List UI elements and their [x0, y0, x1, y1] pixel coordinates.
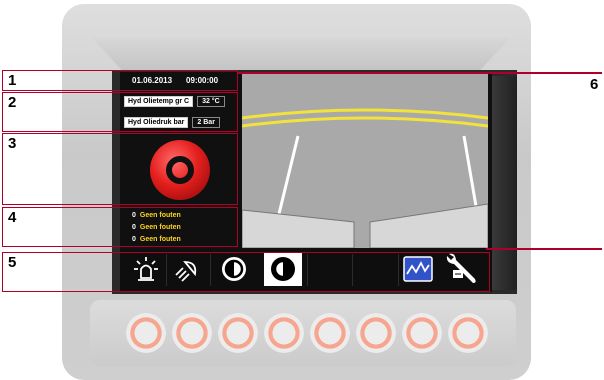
callout-line-6: [238, 72, 602, 74]
screen-side-strip: [492, 76, 517, 290]
hardware-button-1[interactable]: [126, 313, 166, 353]
hardware-button-2[interactable]: [172, 313, 212, 353]
device-bezel: [92, 38, 510, 74]
callout-number-5: 5: [8, 254, 17, 271]
rear-camera-view: [242, 72, 488, 248]
callout-number-2: 2: [8, 94, 17, 111]
callout-line-6-bottom: [486, 248, 602, 250]
camera-scene: [242, 72, 488, 248]
callout-number-3: 3: [8, 135, 17, 152]
callout-box-5: [2, 252, 490, 292]
hardware-button-5[interactable]: [310, 313, 350, 353]
callout-box-1: [2, 70, 238, 91]
callout-box-4: [2, 207, 238, 247]
hardware-button-3[interactable]: [218, 313, 258, 353]
callout-number-6: 6: [590, 76, 599, 93]
hardware-button-6[interactable]: [356, 313, 396, 353]
hardware-button-7[interactable]: [402, 313, 442, 353]
hardware-button-8[interactable]: [448, 313, 488, 353]
callout-box-3: [2, 133, 238, 205]
callout-number-4: 4: [8, 209, 17, 226]
callout-box-2: [2, 92, 238, 132]
callout-number-1: 1: [8, 72, 17, 89]
hardware-button-4[interactable]: [264, 313, 304, 353]
